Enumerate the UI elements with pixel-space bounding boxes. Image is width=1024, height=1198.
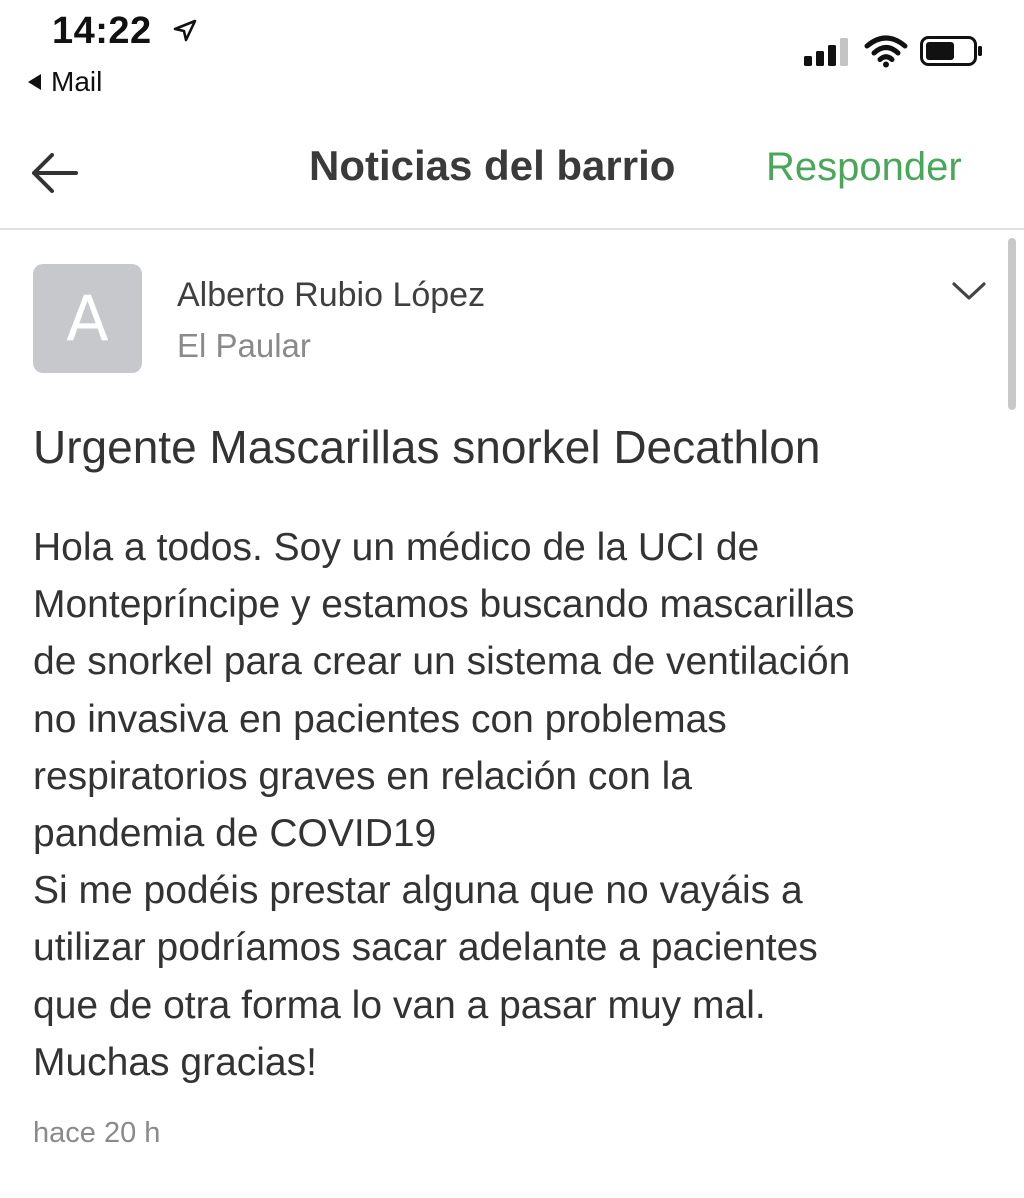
post-body-line: Hola a todos. Soy un médico de la UCI de xyxy=(33,526,760,569)
author-location: El Paular xyxy=(177,327,311,364)
post-body-line: pandemia de COVID19 xyxy=(33,812,437,856)
back-to-app-link[interactable]: Mail xyxy=(28,66,102,98)
post-body-line: Montepríncipe y estamos buscando mascari… xyxy=(33,583,855,627)
reply-button[interactable]: Responder xyxy=(766,145,962,190)
post-body-line: de snorkel para crear un sistema de vent… xyxy=(33,640,851,684)
location-arrow-icon xyxy=(173,19,197,42)
chevron-down-icon[interactable] xyxy=(950,278,988,304)
author-name[interactable]: Alberto Rubio López xyxy=(177,276,485,315)
post-body-line: no invasiva en pacientes con problemas xyxy=(33,697,727,741)
scrollbar[interactable] xyxy=(1008,238,1016,410)
post-timestamp: hace 20 h xyxy=(33,1117,161,1149)
back-triangle-icon xyxy=(28,74,41,90)
back-app-label: Mail xyxy=(51,66,103,97)
post-body-line: respiratorios graves en relación con la xyxy=(33,754,693,798)
post-body-line: Si me podéis prestar alguna que no vayái… xyxy=(33,869,803,913)
battery-icon xyxy=(920,36,982,66)
cellular-signal-icon xyxy=(804,38,848,66)
page-title: Noticias del barrio xyxy=(309,142,676,189)
post-body-line: que de otra forma lo van a pasar muy mal… xyxy=(33,983,766,1027)
post-body-line: utilizar podríamos sacar adelante a paci… xyxy=(33,926,818,970)
status-bar: 14:22 Mail xyxy=(0,0,1024,110)
status-time: 14:22 xyxy=(52,10,152,52)
wifi-icon xyxy=(864,35,908,68)
post-title: Urgente Mascarillas snorkel Decathlon xyxy=(33,421,821,473)
nav-header: Noticias del barrio Responder xyxy=(0,110,1024,230)
arrow-left-icon[interactable] xyxy=(28,148,82,198)
avatar[interactable]: A xyxy=(33,264,142,373)
post-body-line: Muchas gracias! xyxy=(33,1040,317,1084)
post-body: Hola a todos. Soy un médico de la UCI de… xyxy=(33,519,998,1091)
